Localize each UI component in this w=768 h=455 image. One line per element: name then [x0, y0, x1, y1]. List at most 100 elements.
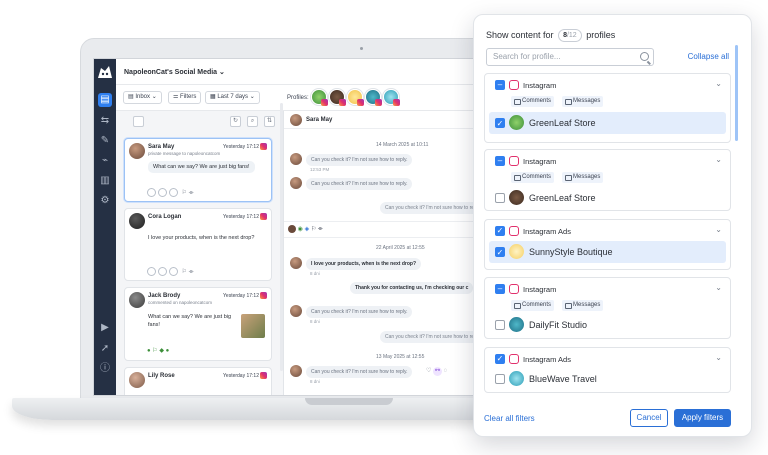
avatar — [129, 143, 145, 159]
refresh-icon[interactable]: ↻ — [230, 116, 241, 127]
settings-icon[interactable]: ⚙ — [98, 194, 112, 208]
collapse-all-link[interactable]: Collapse all — [688, 52, 729, 61]
rocket-icon[interactable]: ➚ — [98, 342, 112, 356]
profiles-label: Profiles: — [287, 95, 309, 101]
sentiment-icon[interactable] — [169, 188, 178, 197]
avatar — [129, 213, 145, 229]
profile-row[interactable]: DailyFit Studio — [489, 314, 726, 336]
search-placeholder: Search for profile... — [493, 52, 561, 61]
instagram-icon — [393, 99, 400, 106]
sentiment-icon[interactable] — [169, 267, 178, 276]
reports-icon[interactable]: ▥ — [98, 174, 112, 188]
message-time: Yesterday 17:12 — [223, 293, 259, 299]
panel-scrollbar[interactable] — [735, 45, 738, 141]
profile-avatar-bluewave[interactable] — [383, 89, 400, 106]
group-checkbox-partial[interactable]: – — [495, 156, 505, 166]
incoming-message: Can you check it? I'm not sure how to re… — [306, 154, 413, 166]
chevron-down-icon[interactable]: ⌄ — [715, 155, 722, 164]
message-card[interactable]: Sara May private message to napoleoncatc… — [124, 138, 272, 202]
message-subtitle: private message to napoleoncatcom — [148, 151, 221, 156]
workspace-selector[interactable]: NapoleonCat's Social Media ⌄ — [124, 68, 225, 76]
profile-checkbox[interactable]: ✓ — [495, 247, 505, 257]
profile-avatar-greenleaf-2[interactable] — [329, 89, 346, 106]
message-time: Yesterday 17:12 — [223, 144, 259, 150]
analytics-icon[interactable]: ⌁ — [98, 154, 112, 168]
message-time: 12:53 PM — [310, 167, 330, 172]
clear-all-filters-link[interactable]: Clear all filters — [484, 414, 535, 423]
profile-avatar — [509, 244, 524, 259]
video-icon[interactable]: ▶ — [98, 321, 112, 335]
more-icon[interactable]: ◌ — [444, 368, 448, 374]
avatar — [290, 153, 302, 165]
mention-icon[interactable]: ⚯ — [433, 367, 443, 376]
profile-avatar-greenleaf[interactable] — [311, 89, 328, 106]
profile-checkbox[interactable] — [495, 193, 505, 203]
avatar — [129, 292, 145, 308]
messages-tag[interactable]: Messages — [562, 300, 604, 311]
reply-icon[interactable]: ♡ — [426, 368, 431, 374]
profile-checkbox[interactable] — [495, 374, 505, 384]
engage-icon[interactable]: ✎ — [98, 134, 112, 148]
group-checkbox-checked[interactable]: ✓ — [495, 354, 505, 364]
profile-checkbox[interactable] — [495, 320, 505, 330]
cancel-button[interactable]: Cancel — [630, 409, 668, 427]
profile-row[interactable]: GreenLeaf Store — [489, 187, 726, 209]
messages-tag[interactable]: Messages — [562, 96, 604, 107]
sort-icon[interactable]: ⇅ — [264, 116, 275, 127]
group-checkbox-partial[interactable]: – — [495, 80, 505, 90]
group-checkbox-checked[interactable]: ✓ — [495, 226, 505, 236]
info-icon[interactable]: ⓘ — [98, 362, 112, 376]
comments-tag[interactable]: Comments — [511, 172, 555, 183]
chevron-down-icon[interactable]: ⌄ — [715, 79, 722, 88]
chevron-down-icon[interactable]: ⌄ — [715, 225, 722, 234]
instagram-icon — [509, 156, 519, 166]
messages-tag[interactable]: Messages — [562, 172, 604, 183]
profile-checkbox[interactable]: ✓ — [495, 118, 505, 128]
period-dropdown[interactable]: ▦ Last 7 days ⌄ — [205, 91, 260, 104]
avatar — [290, 177, 302, 189]
message-time: 8 dni — [310, 271, 320, 276]
profile-row[interactable]: BlueWave Travel — [489, 368, 726, 390]
instagram-icon — [339, 99, 346, 106]
author-name: Lily Rose — [148, 373, 175, 379]
tag-icon[interactable] — [158, 188, 167, 197]
message-card[interactable]: Lily Rose Yesterday 17:12 — [124, 367, 272, 395]
outgoing-message: Thank you for contacting us, I'm checkin… — [350, 282, 474, 294]
check-icon[interactable]: ◉ — [298, 227, 303, 233]
list-scrollbar[interactable] — [280, 103, 283, 371]
profile-avatar-sunnystyle[interactable] — [347, 89, 364, 106]
profile-avatar-dailyfit[interactable] — [365, 89, 382, 106]
group-checkbox-partial[interactable]: – — [495, 284, 505, 294]
select-all-checkbox[interactable] — [133, 116, 144, 127]
profile-search-input[interactable]: Search for profile... — [486, 48, 654, 66]
comments-tag[interactable]: Comments — [511, 96, 555, 107]
search-icon[interactable]: ⌕ — [247, 116, 258, 127]
inbox-dropdown[interactable]: ▤ Inbox ⌄ — [123, 91, 162, 104]
attached-image[interactable] — [241, 314, 265, 338]
message-card[interactable]: Jack Brody commented on napoleoncatcom Y… — [124, 287, 272, 361]
message-card[interactable]: Cora Logan Yesterday 17:12 I love your p… — [124, 208, 272, 281]
instagram-icon — [509, 226, 519, 236]
profile-group: – Instagram ⌄ Comments Messages ✓ GreenL… — [484, 73, 731, 143]
message-actions: ♡ ⚯ ◌ — [426, 367, 447, 376]
filters-button[interactable]: ⚌ Filters — [168, 91, 202, 104]
avatar — [290, 114, 302, 126]
tag-icon[interactable] — [158, 267, 167, 276]
camera-dot — [360, 47, 363, 50]
assign-icon[interactable] — [147, 267, 156, 276]
message-actions: ⚐ ⌯ — [147, 267, 194, 276]
chevron-down-icon[interactable]: ⌄ — [715, 283, 722, 292]
profile-row[interactable]: ✓ GreenLeaf Store — [489, 112, 726, 134]
network-name: Instagram Ads — [523, 355, 571, 364]
apply-filters-button[interactable]: Apply filters — [674, 409, 731, 427]
chevron-down-icon[interactable]: ⌄ — [715, 353, 722, 362]
profile-avatar — [509, 190, 524, 205]
date-separator: 13 May 2025 at 12:55 — [376, 354, 425, 360]
publish-icon[interactable]: ⇆ — [98, 114, 112, 128]
tag-icon[interactable]: ◈ — [305, 227, 310, 233]
instagram-icon — [260, 372, 267, 379]
assign-icon[interactable] — [147, 188, 156, 197]
inbox-icon[interactable]: ▤ — [98, 93, 112, 107]
comments-tag[interactable]: Comments — [511, 300, 555, 311]
profile-row[interactable]: ✓ SunnyStyle Boutique — [489, 241, 726, 263]
